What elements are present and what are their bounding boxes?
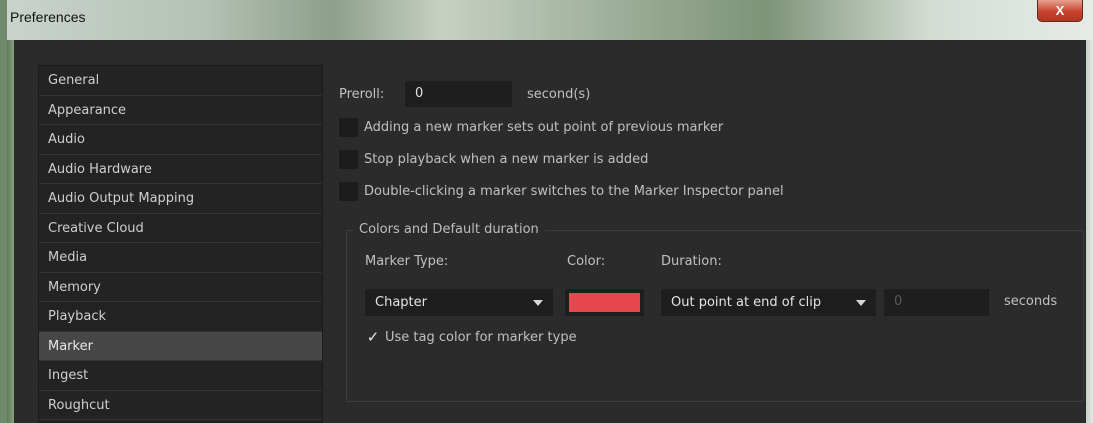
checkbox-row-set-out-point[interactable]: Adding a new marker sets out point of pr…: [339, 118, 723, 137]
duration-dropdown[interactable]: Out point at end of clip: [661, 289, 876, 316]
sidebar-item-ingest[interactable]: Ingest: [39, 361, 322, 391]
duration-value: Out point at end of clip: [671, 295, 822, 310]
marker-type-dropdown[interactable]: Chapter: [365, 289, 553, 316]
marker-settings-panel: Preroll: 0 second(s) Adding a new marker…: [339, 75, 1084, 415]
color-label: Color:: [567, 254, 606, 269]
use-tag-color-row[interactable]: ✓ Use tag color for marker type: [365, 328, 577, 347]
use-tag-color-checkbox[interactable]: ✓: [365, 328, 381, 347]
preferences-category-list: General Appearance Audio Audio Hardware …: [38, 65, 323, 423]
marker-type-value: Chapter: [375, 295, 427, 310]
sidebar-item-memory[interactable]: Memory: [39, 273, 322, 302]
window-left-border: [7, 40, 14, 423]
colors-duration-group: Colors and Default duration Marker Type:…: [346, 222, 1084, 402]
use-tag-color-label: Use tag color for marker type: [385, 330, 577, 345]
sidebar-item-roughcut[interactable]: Roughcut: [39, 391, 322, 420]
sidebar-item-media[interactable]: Media: [39, 243, 322, 273]
stop-playback-label: Stop playback when a new marker is added: [364, 152, 649, 167]
checkbox-row-stop-playback[interactable]: Stop playback when a new marker is added: [339, 150, 648, 169]
set-out-point-label: Adding a new marker sets out point of pr…: [364, 120, 724, 135]
checkbox-row-double-click[interactable]: Double-clicking a marker switches to the…: [339, 182, 784, 201]
preroll-input[interactable]: 0: [405, 81, 512, 107]
sidebar-item-marker[interactable]: Marker: [39, 331, 322, 361]
window-right-border: [1086, 40, 1093, 423]
sidebar-item-general[interactable]: General: [39, 66, 322, 96]
group-legend: Colors and Default duration: [353, 222, 545, 237]
sidebar-item-creative-cloud[interactable]: Creative Cloud: [39, 214, 322, 243]
close-button[interactable]: X: [1037, 0, 1083, 22]
sidebar-item-playback[interactable]: Playback: [39, 302, 322, 332]
dialog-content: General Appearance Audio Audio Hardware …: [14, 40, 1086, 423]
sidebar-item-appearance[interactable]: Appearance: [39, 96, 322, 125]
preroll-label: Preroll:: [339, 86, 385, 102]
duration-seconds-input[interactable]: 0: [884, 289, 989, 316]
duration-label: Duration:: [661, 254, 722, 269]
preferences-window: Preferences X General Appearance Audio A…: [7, 0, 1093, 423]
set-out-point-checkbox[interactable]: [339, 118, 358, 137]
stop-playback-checkbox[interactable]: [339, 150, 358, 169]
preroll-unit-label: second(s): [527, 86, 591, 102]
preroll-row: Preroll: 0 second(s): [339, 81, 590, 107]
seconds-label: seconds: [1004, 294, 1058, 309]
close-icon: X: [1055, 3, 1065, 18]
sidebar-item-audio-output-mapping[interactable]: Audio Output Mapping: [39, 184, 322, 214]
window-title: Preferences: [10, 9, 86, 25]
color-swatch: [569, 293, 640, 312]
chevron-down-icon: [856, 299, 866, 306]
marker-type-label: Marker Type:: [365, 254, 449, 269]
double-click-inspector-checkbox[interactable]: [339, 182, 358, 201]
sidebar-item-audio[interactable]: Audio: [39, 125, 322, 155]
marker-color-picker[interactable]: [565, 289, 644, 316]
title-bar: Preferences X: [7, 0, 1093, 40]
double-click-inspector-label: Double-clicking a marker switches to the…: [364, 184, 784, 199]
sidebar-item-audio-hardware[interactable]: Audio Hardware: [39, 155, 322, 184]
chevron-down-icon: [533, 299, 543, 306]
